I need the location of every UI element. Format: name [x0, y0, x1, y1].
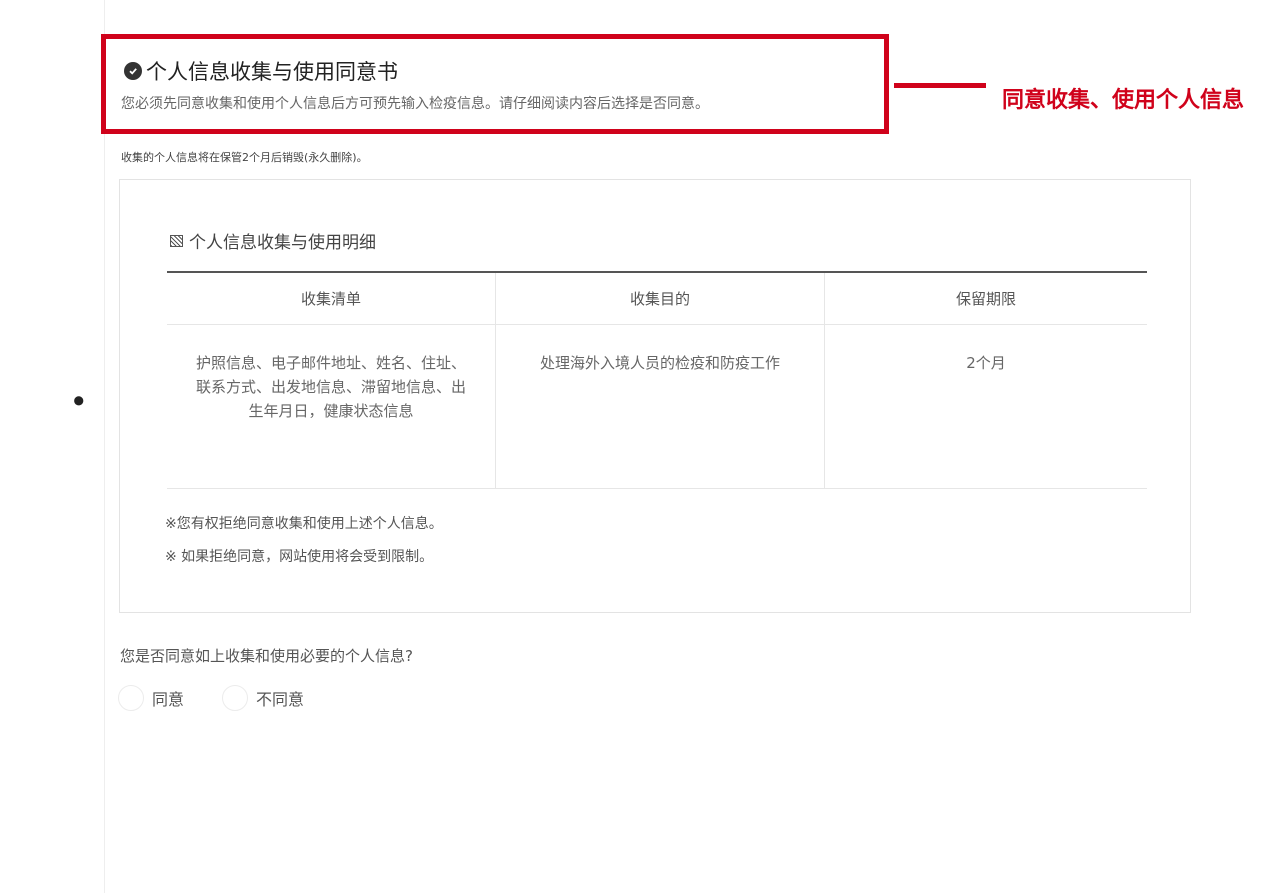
- disagree-radio[interactable]: [222, 685, 249, 711]
- section-header: 个人信息收集与使用明细: [170, 228, 376, 253]
- section-title: 个人信息收集与使用明细: [189, 233, 376, 253]
- refusal-limit-note: ※ 如果拒绝同意，网站使用将会受到限制。: [165, 549, 434, 565]
- retention-note: 收集的个人信息将在保管2个月后销毁(永久删除)。: [121, 151, 368, 164]
- page-subtitle: 您必须先同意收集和使用个人信息后方可预先输入检疫信息。请仔细阅读内容后选择是否同…: [121, 96, 709, 112]
- table-header-cell: 收集目的: [495, 272, 825, 325]
- table-header-cell: 保留期限: [824, 272, 1147, 325]
- table-header-cell: 收集清单: [167, 272, 496, 325]
- disagree-option[interactable]: 不同意: [222, 685, 304, 711]
- hatched-square-icon: [170, 234, 183, 247]
- info-table: 收集清单 收集目的 保留期限 护照信息、电子邮件地址、姓名、住址、联系方式、出发…: [167, 271, 1147, 489]
- table-row: 护照信息、电子邮件地址、姓名、住址、联系方式、出发地信息、滞留地信息、出生年月日…: [167, 324, 1147, 489]
- table-cell: 2个月: [824, 324, 1147, 489]
- table-header-row: 收集清单 收集目的 保留期限: [167, 272, 1147, 325]
- details-panel: 个人信息收集与使用明细 收集清单 收集目的 保留期限 护照信息、电子邮件地址、姓…: [119, 179, 1191, 613]
- table-cell: 处理海外入境人员的检疫和防疫工作: [495, 324, 825, 489]
- consent-radio-group: 同意 不同意: [118, 685, 342, 711]
- consent-header: 个人信息收集与使用同意书: [124, 56, 398, 86]
- disagree-label[interactable]: 不同意: [256, 686, 304, 710]
- scan-speck: ●: [70, 391, 87, 409]
- agree-radio[interactable]: [118, 685, 144, 711]
- callout-connector-line: [894, 83, 986, 88]
- page-title: 个人信息收集与使用同意书: [146, 60, 398, 84]
- agree-option[interactable]: 同意: [118, 685, 184, 711]
- refusal-right-note: ※您有权拒绝同意收集和使用上述个人信息。: [165, 516, 443, 532]
- agree-label[interactable]: 同意: [152, 686, 184, 710]
- callout-text: 同意收集、使用个人信息: [1002, 88, 1245, 113]
- check-circle-icon: [124, 62, 142, 80]
- consent-question: 您是否同意如上收集和使用必要的个人信息?: [120, 647, 413, 665]
- table-cell: 护照信息、电子邮件地址、姓名、住址、联系方式、出发地信息、滞留地信息、出生年月日…: [167, 324, 496, 489]
